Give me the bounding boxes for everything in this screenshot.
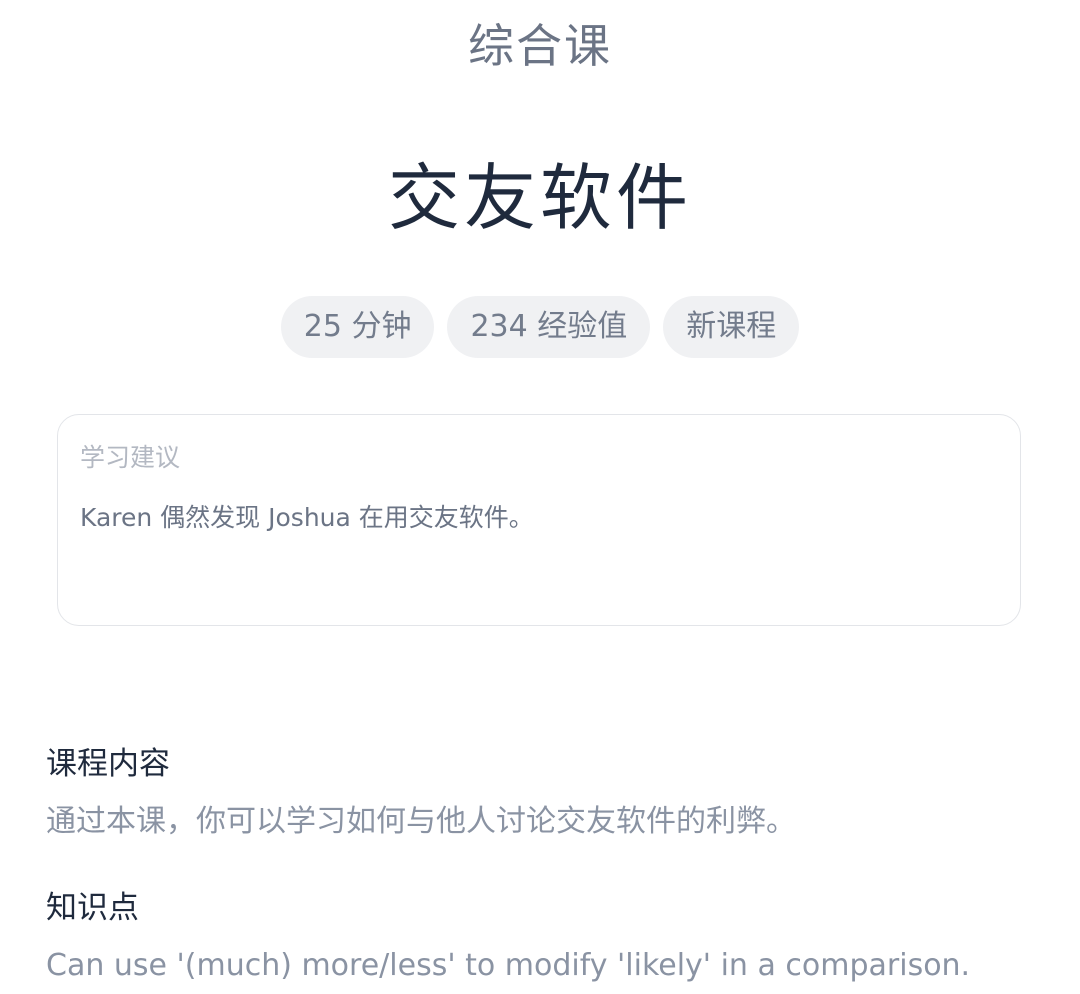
knowledge-points-heading: 知识点 [46,890,139,926]
knowledge-points-text: Can use '(much) more/less' to modify 'li… [46,948,971,983]
knowledge-points-section: 知识点 Can use '(much) more/less' to modify… [46,886,1036,988]
experience-points-tag: 234 经验值 [447,296,651,358]
duration-tag: 25 分钟 [280,296,435,358]
course-content-heading: 课程内容 [46,746,170,782]
new-course-tag: 新课程 [663,296,800,358]
study-advice-text: Karen 偶然发现 Joshua 在用交友软件。 [80,503,534,532]
study-advice-label: 学习建议 [80,443,181,472]
course-content-text: 通过本课，你可以学习如何与他人讨论交友软件的利弊。 [46,804,796,839]
course-category: 综合课 [468,19,612,73]
course-content-section: 课程内容 通过本课，你可以学习如何与他人讨论交友软件的利弊。 [46,742,1036,844]
lesson-tags: 25 分钟 234 经验值 新课程 [0,296,1080,358]
study-advice-card: 学习建议 Karen 偶然发现 Joshua 在用交友软件。 [57,414,1021,626]
lesson-title: 交友软件 [387,156,692,240]
